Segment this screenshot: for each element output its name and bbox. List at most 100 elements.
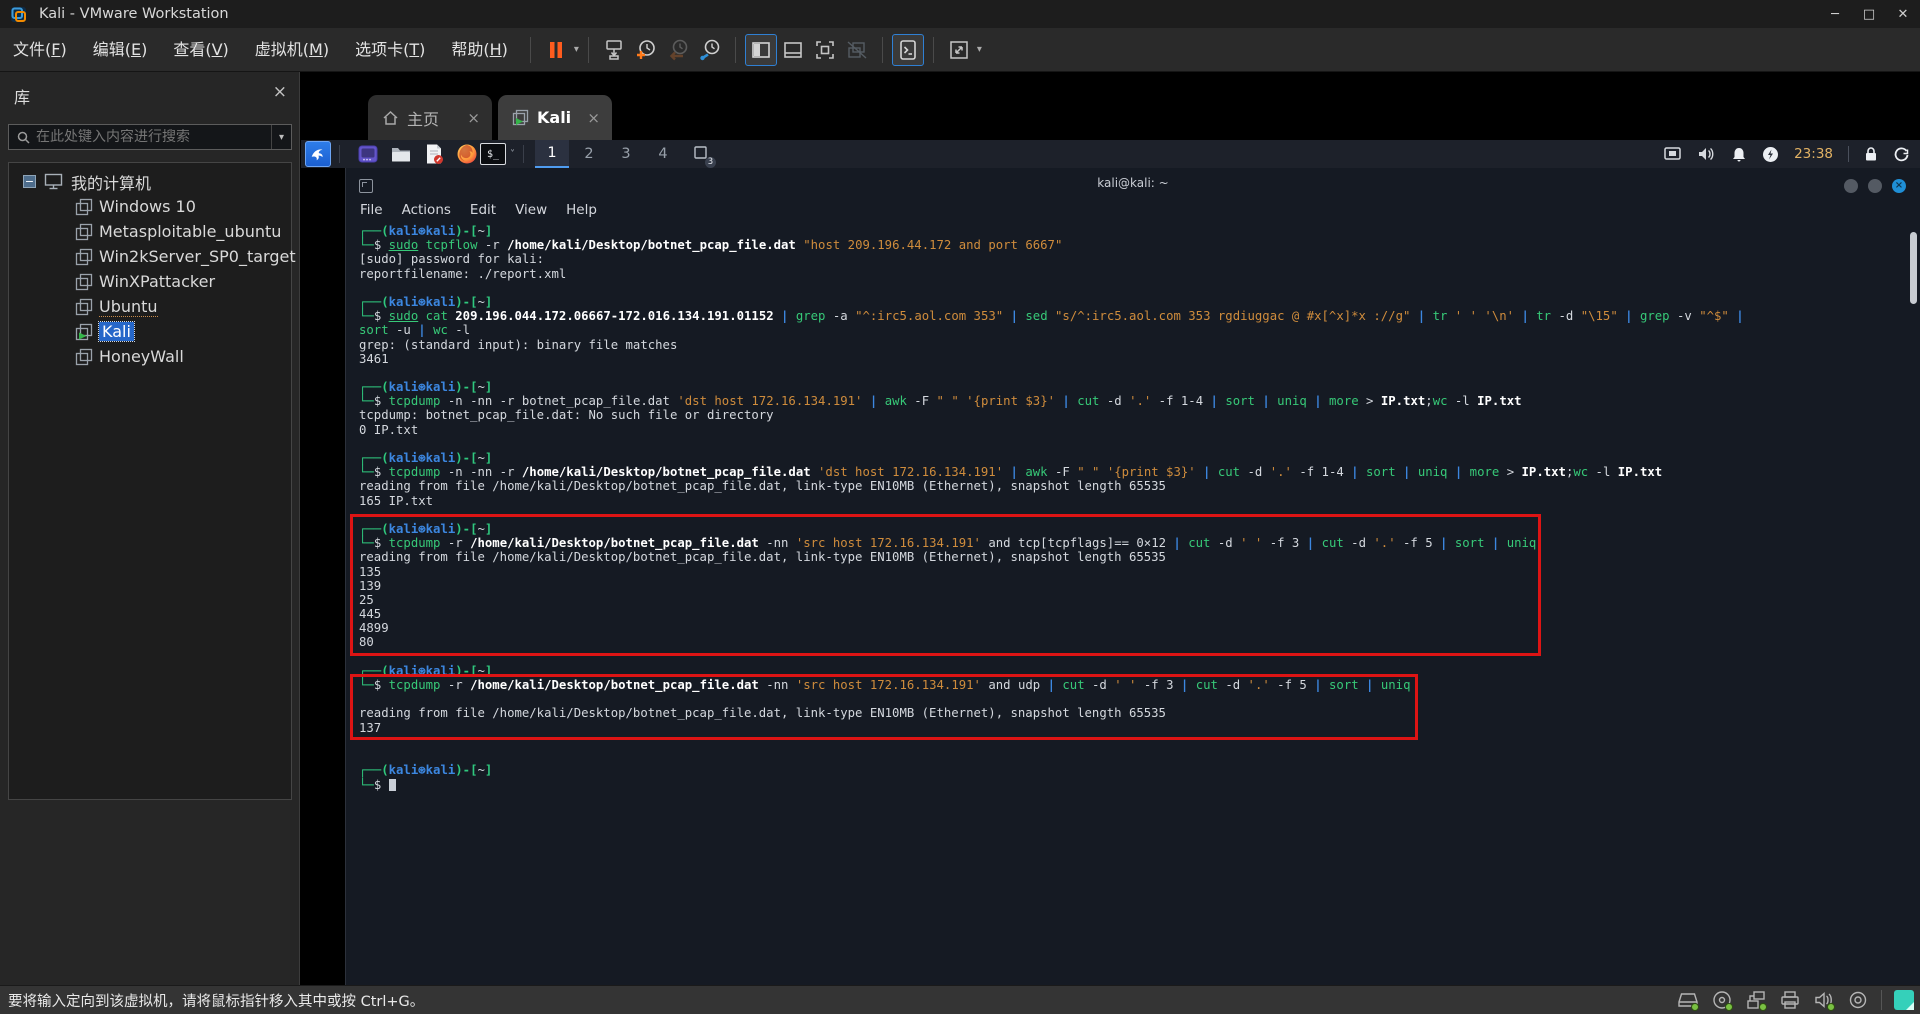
lock-icon[interactable] xyxy=(1864,146,1878,162)
notification-icon[interactable] xyxy=(1894,990,1914,1010)
terminal-line: reportfilename: ./report.xml xyxy=(359,266,567,281)
device-connected-dot xyxy=(1827,1003,1835,1011)
sidebar-item-honeywall[interactable]: HoneyWall xyxy=(9,344,291,369)
terminal-minimize-button[interactable] xyxy=(1844,179,1858,193)
sidebar-item-kali[interactable]: Kali xyxy=(9,319,291,344)
terminal-menu-help[interactable]: Help xyxy=(566,202,597,218)
tab-kali[interactable]: Kali × xyxy=(498,95,612,140)
terminal-line: reading from file /home/kali/Desktop/bot… xyxy=(359,479,1166,494)
terminal-line: 25 xyxy=(359,592,374,607)
stretch-view-button[interactable] xyxy=(943,34,975,66)
close-button[interactable]: ✕ xyxy=(1886,0,1920,28)
search-dropdown-icon[interactable]: ▾ xyxy=(271,125,291,149)
sidebar-item-ubuntu[interactable]: Ubuntu xyxy=(9,294,291,319)
network-adapter-icon[interactable] xyxy=(1745,989,1767,1011)
terminal-launcher-button[interactable]: $_ xyxy=(480,143,506,165)
sidebar-item-win2kserver-sp0-target[interactable]: Win2kServer_SP0_target xyxy=(9,244,296,269)
stretch-caret-icon[interactable]: ▾ xyxy=(977,44,982,55)
workspace-3[interactable]: 3 xyxy=(609,140,643,168)
terminal-maximize-button[interactable] xyxy=(1868,179,1882,193)
pause-caret-icon[interactable]: ▾ xyxy=(574,44,579,55)
workspace-2[interactable]: 2 xyxy=(572,140,606,168)
fullscreen-toggle[interactable] xyxy=(809,34,841,66)
snapshot-revert-icon xyxy=(669,39,688,60)
menu-file[interactable]: 文件(F) xyxy=(0,28,80,72)
terminal-menu-file[interactable]: File xyxy=(360,202,383,218)
library-sidebar: 库 × ▾ − 我的计算机 Windows 10 Metasploitable_u… xyxy=(0,72,300,985)
menu-tabs[interactable]: 选项卡(T) xyxy=(342,28,438,72)
sound-icon[interactable] xyxy=(1813,989,1835,1011)
vmware-workstation-window: Kali - VMware Workstation ─ □ ✕ 文件(F) 编辑(… xyxy=(0,0,1920,1014)
terminal-dropdown-icon[interactable]: ˅ xyxy=(510,149,515,160)
sidebar-item-winxpattacker[interactable]: WinXPattacker xyxy=(9,269,291,294)
take-snapshot-button[interactable] xyxy=(630,34,662,66)
terminal-window[interactable]: kali@kali: ~ × File Actions Edit View Help ┌… xyxy=(345,168,1920,985)
maximize-button[interactable]: □ xyxy=(1852,0,1886,28)
console-view-toggle[interactable] xyxy=(891,33,924,66)
tab-close-icon[interactable]: × xyxy=(587,109,600,127)
volume-icon[interactable] xyxy=(1697,146,1716,162)
menu-toolbar: 文件(F)编辑(E)查看(V)虚拟机(M)选项卡(T)帮助(H) ▾ xyxy=(0,28,1920,72)
terminal-output[interactable]: ┌──(kali⊛kali)-[~] └─$ sudo tcpflow -r /h… xyxy=(359,224,1910,792)
terminal-scrollbar[interactable] xyxy=(1910,232,1917,304)
terminal-menu-actions[interactable]: Actions xyxy=(402,202,451,218)
menu-vm[interactable]: 虚拟机(M) xyxy=(242,28,342,72)
vm-icon xyxy=(75,198,93,215)
panel-separator xyxy=(1848,146,1849,162)
manage-snapshots-button[interactable] xyxy=(694,34,726,66)
terminal-menu-bar: File Actions Edit View Help xyxy=(360,202,597,218)
firefox-button[interactable] xyxy=(454,141,480,167)
terminal-menu-edit[interactable]: Edit xyxy=(470,202,496,218)
terminal-line: 0 IP.txt xyxy=(359,422,419,437)
network-icon[interactable] xyxy=(1663,146,1682,162)
sidebar-item-metasploitable-ubuntu[interactable]: Metasploitable_ubuntu xyxy=(9,219,291,244)
tab-home[interactable]: 主页 × xyxy=(368,95,492,140)
library-close-icon[interactable]: × xyxy=(273,82,287,102)
minimize-button[interactable]: ─ xyxy=(1818,0,1852,28)
webcam-icon[interactable] xyxy=(1847,989,1869,1011)
terminal-line: grep: (standard input): binary file matc… xyxy=(359,337,678,352)
terminal-close-button[interactable]: × xyxy=(1892,179,1906,193)
workspace-4[interactable]: 4 xyxy=(646,140,680,168)
menu-help[interactable]: 帮助(H) xyxy=(438,28,521,72)
cdrom-icon[interactable] xyxy=(1711,989,1733,1011)
thumbnail-bar-toggle[interactable] xyxy=(777,34,809,66)
panel-separator xyxy=(523,145,524,163)
workspace-1[interactable]: 1 xyxy=(535,140,569,168)
power-manager-icon[interactable] xyxy=(1762,146,1779,163)
pause-button[interactable] xyxy=(540,34,572,66)
show-desktop-button[interactable] xyxy=(355,141,381,167)
terminal-line: └─$ tcpdump -n -nn -r botnet_pcap_file.d… xyxy=(359,394,1522,409)
tab-close-icon[interactable]: × xyxy=(467,109,480,127)
hard-disk-icon[interactable] xyxy=(1677,989,1699,1011)
terminal-line: ┌──(kali⊛kali)-[~] xyxy=(359,451,493,465)
toolbar-separator xyxy=(529,36,531,63)
tree-root-my-computer[interactable]: − 我的计算机 xyxy=(9,169,291,194)
notification-bell-icon[interactable] xyxy=(1731,146,1747,163)
file-manager-button[interactable] xyxy=(388,141,414,167)
unity-mode-toggle[interactable] xyxy=(841,34,873,66)
kali-menu-button[interactable] xyxy=(305,141,331,167)
search-input[interactable] xyxy=(30,129,271,145)
menu-view[interactable]: 查看(V) xyxy=(160,28,241,72)
collapse-icon[interactable]: − xyxy=(23,175,36,188)
text-editor-button[interactable] xyxy=(421,141,447,167)
library-panel-toggle[interactable] xyxy=(744,33,777,66)
root-label: 我的计算机 xyxy=(71,173,152,193)
revert-snapshot-button[interactable] xyxy=(662,34,694,66)
menu-edit[interactable]: 编辑(E) xyxy=(80,28,161,72)
terminal-line: reading from file /home/kali/Desktop/bot… xyxy=(359,706,1166,721)
text-editor-icon xyxy=(427,144,443,164)
terminal-menu-view[interactable]: View xyxy=(515,202,547,218)
session-logout-icon[interactable] xyxy=(1893,146,1910,163)
send-ctrl-alt-del-button[interactable] xyxy=(598,34,630,66)
window-buttons-indicator[interactable]: 3 xyxy=(690,142,716,168)
panel-clock[interactable]: 23:38 xyxy=(1794,146,1833,162)
computer-icon xyxy=(44,173,63,190)
vm-icon xyxy=(75,323,93,340)
printer-icon[interactable] xyxy=(1779,989,1801,1011)
sidebar-item-windows-10[interactable]: Windows 10 xyxy=(9,194,291,219)
